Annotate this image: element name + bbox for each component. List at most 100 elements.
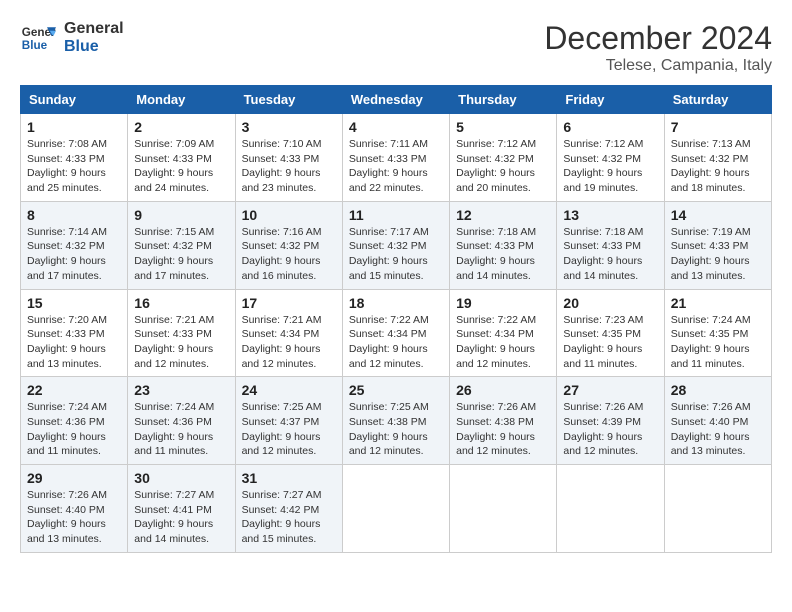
- day-info: Sunrise: 7:14 AM Sunset: 4:32 PM Dayligh…: [27, 225, 121, 284]
- sunset-label: Sunset: 4:33 PM: [27, 153, 105, 165]
- sunset-label: Sunset: 4:40 PM: [671, 416, 749, 428]
- sunrise-label: Sunrise: 7:12 AM: [456, 138, 536, 150]
- sunset-label: Sunset: 4:36 PM: [134, 416, 212, 428]
- month-title: December 2024: [544, 20, 772, 57]
- table-row: 24 Sunrise: 7:25 AM Sunset: 4:37 PM Dayl…: [235, 377, 342, 465]
- day-number: 12: [456, 207, 550, 223]
- daylight-label: Daylight: 9 hours and 13 minutes.: [27, 518, 106, 545]
- sunset-label: Sunset: 4:40 PM: [27, 504, 105, 516]
- sunrise-label: Sunrise: 7:12 AM: [563, 138, 643, 150]
- day-info: Sunrise: 7:26 AM Sunset: 4:40 PM Dayligh…: [671, 400, 765, 459]
- sunset-label: Sunset: 4:42 PM: [242, 504, 320, 516]
- sunset-label: Sunset: 4:38 PM: [349, 416, 427, 428]
- sunrise-label: Sunrise: 7:23 AM: [563, 314, 643, 326]
- table-row: 4 Sunrise: 7:11 AM Sunset: 4:33 PM Dayli…: [342, 114, 449, 202]
- sunrise-label: Sunrise: 7:17 AM: [349, 226, 429, 238]
- daylight-label: Daylight: 9 hours and 16 minutes.: [242, 255, 321, 282]
- daylight-label: Daylight: 9 hours and 11 minutes.: [671, 343, 750, 370]
- daylight-label: Daylight: 9 hours and 24 minutes.: [134, 167, 213, 194]
- sunrise-label: Sunrise: 7:26 AM: [671, 401, 751, 413]
- day-info: Sunrise: 7:25 AM Sunset: 4:37 PM Dayligh…: [242, 400, 336, 459]
- sunrise-label: Sunrise: 7:11 AM: [349, 138, 428, 150]
- day-number: 15: [27, 295, 121, 311]
- sunrise-label: Sunrise: 7:19 AM: [671, 226, 751, 238]
- day-info: Sunrise: 7:20 AM Sunset: 4:33 PM Dayligh…: [27, 313, 121, 372]
- day-info: Sunrise: 7:13 AM Sunset: 4:32 PM Dayligh…: [671, 137, 765, 196]
- sunset-label: Sunset: 4:36 PM: [27, 416, 105, 428]
- sunrise-label: Sunrise: 7:26 AM: [456, 401, 536, 413]
- table-row: 28 Sunrise: 7:26 AM Sunset: 4:40 PM Dayl…: [664, 377, 771, 465]
- day-info: Sunrise: 7:23 AM Sunset: 4:35 PM Dayligh…: [563, 313, 657, 372]
- sunrise-label: Sunrise: 7:14 AM: [27, 226, 107, 238]
- day-number: 1: [27, 119, 121, 135]
- table-row: 26 Sunrise: 7:26 AM Sunset: 4:38 PM Dayl…: [450, 377, 557, 465]
- table-row: 30 Sunrise: 7:27 AM Sunset: 4:41 PM Dayl…: [128, 465, 235, 553]
- table-row: 5 Sunrise: 7:12 AM Sunset: 4:32 PM Dayli…: [450, 114, 557, 202]
- day-number: 7: [671, 119, 765, 135]
- day-info: Sunrise: 7:27 AM Sunset: 4:42 PM Dayligh…: [242, 488, 336, 547]
- day-number: 30: [134, 470, 228, 486]
- daylight-label: Daylight: 9 hours and 12 minutes.: [349, 343, 428, 370]
- sunrise-label: Sunrise: 7:27 AM: [134, 489, 214, 501]
- day-number: 29: [27, 470, 121, 486]
- logo-blue-text: Blue: [64, 38, 124, 56]
- day-number: 5: [456, 119, 550, 135]
- sunset-label: Sunset: 4:33 PM: [349, 153, 427, 165]
- sunset-label: Sunset: 4:33 PM: [134, 328, 212, 340]
- table-row: 27 Sunrise: 7:26 AM Sunset: 4:39 PM Dayl…: [557, 377, 664, 465]
- table-row: 31 Sunrise: 7:27 AM Sunset: 4:42 PM Dayl…: [235, 465, 342, 553]
- sunrise-label: Sunrise: 7:18 AM: [563, 226, 643, 238]
- table-row: 6 Sunrise: 7:12 AM Sunset: 4:32 PM Dayli…: [557, 114, 664, 202]
- table-row: 10 Sunrise: 7:16 AM Sunset: 4:32 PM Dayl…: [235, 201, 342, 289]
- logo: General Blue General Blue: [20, 20, 124, 56]
- day-info: Sunrise: 7:19 AM Sunset: 4:33 PM Dayligh…: [671, 225, 765, 284]
- daylight-label: Daylight: 9 hours and 13 minutes.: [27, 343, 106, 370]
- day-number: 6: [563, 119, 657, 135]
- sunrise-label: Sunrise: 7:08 AM: [27, 138, 107, 150]
- table-row: [450, 465, 557, 553]
- daylight-label: Daylight: 9 hours and 12 minutes.: [242, 343, 321, 370]
- table-row: 18 Sunrise: 7:22 AM Sunset: 4:34 PM Dayl…: [342, 289, 449, 377]
- sunset-label: Sunset: 4:32 PM: [456, 153, 534, 165]
- day-info: Sunrise: 7:22 AM Sunset: 4:34 PM Dayligh…: [349, 313, 443, 372]
- logo-icon: General Blue: [20, 20, 56, 56]
- day-info: Sunrise: 7:09 AM Sunset: 4:33 PM Dayligh…: [134, 137, 228, 196]
- day-number: 14: [671, 207, 765, 223]
- day-info: Sunrise: 7:21 AM Sunset: 4:33 PM Dayligh…: [134, 313, 228, 372]
- day-number: 9: [134, 207, 228, 223]
- table-row: 16 Sunrise: 7:21 AM Sunset: 4:33 PM Dayl…: [128, 289, 235, 377]
- day-info: Sunrise: 7:26 AM Sunset: 4:39 PM Dayligh…: [563, 400, 657, 459]
- sunset-label: Sunset: 4:33 PM: [456, 240, 534, 252]
- sunset-label: Sunset: 4:33 PM: [134, 153, 212, 165]
- sunrise-label: Sunrise: 7:13 AM: [671, 138, 751, 150]
- day-info: Sunrise: 7:18 AM Sunset: 4:33 PM Dayligh…: [456, 225, 550, 284]
- sunrise-label: Sunrise: 7:27 AM: [242, 489, 322, 501]
- sunset-label: Sunset: 4:34 PM: [456, 328, 534, 340]
- table-row: [342, 465, 449, 553]
- day-number: 24: [242, 382, 336, 398]
- sunset-label: Sunset: 4:32 PM: [349, 240, 427, 252]
- col-tuesday: Tuesday: [235, 86, 342, 114]
- sunset-label: Sunset: 4:33 PM: [563, 240, 641, 252]
- daylight-label: Daylight: 9 hours and 13 minutes.: [671, 431, 750, 458]
- day-number: 21: [671, 295, 765, 311]
- sunrise-label: Sunrise: 7:10 AM: [242, 138, 322, 150]
- sunrise-label: Sunrise: 7:15 AM: [134, 226, 214, 238]
- sunset-label: Sunset: 4:32 PM: [134, 240, 212, 252]
- page-header: General Blue General Blue December 2024 …: [20, 20, 772, 75]
- day-info: Sunrise: 7:24 AM Sunset: 4:36 PM Dayligh…: [134, 400, 228, 459]
- sunset-label: Sunset: 4:35 PM: [563, 328, 641, 340]
- day-number: 20: [563, 295, 657, 311]
- sunset-label: Sunset: 4:34 PM: [349, 328, 427, 340]
- day-info: Sunrise: 7:26 AM Sunset: 4:40 PM Dayligh…: [27, 488, 121, 547]
- day-number: 17: [242, 295, 336, 311]
- col-friday: Friday: [557, 86, 664, 114]
- day-info: Sunrise: 7:10 AM Sunset: 4:33 PM Dayligh…: [242, 137, 336, 196]
- day-info: Sunrise: 7:17 AM Sunset: 4:32 PM Dayligh…: [349, 225, 443, 284]
- col-saturday: Saturday: [664, 86, 771, 114]
- sunrise-label: Sunrise: 7:21 AM: [242, 314, 322, 326]
- sunrise-label: Sunrise: 7:25 AM: [349, 401, 429, 413]
- table-row: 20 Sunrise: 7:23 AM Sunset: 4:35 PM Dayl…: [557, 289, 664, 377]
- table-row: [664, 465, 771, 553]
- day-number: 28: [671, 382, 765, 398]
